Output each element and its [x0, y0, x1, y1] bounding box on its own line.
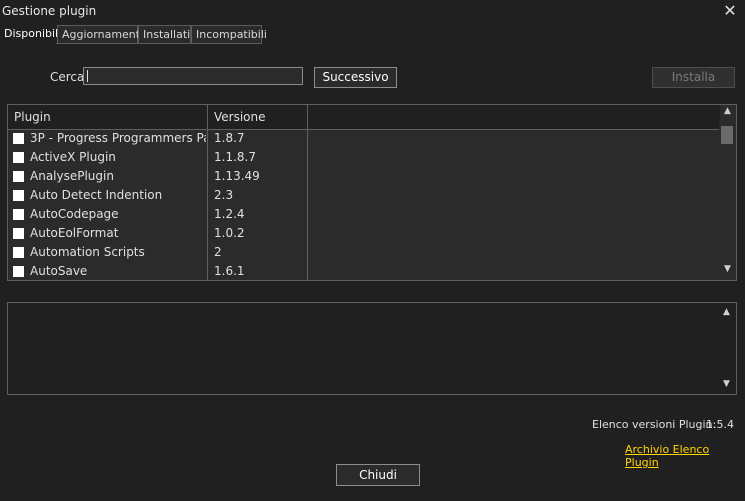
plugin-name: ActiveX Plugin — [30, 150, 116, 164]
plugin-name: 3P - Progress Programmers Pal — [30, 131, 206, 145]
plugin-version: 1.2.4 — [214, 207, 245, 221]
install-button[interactable]: Installa — [652, 67, 735, 88]
description-box[interactable]: ▲ ▼ — [7, 302, 737, 395]
plugin-list[interactable]: Plugin Versione 3P - Progress Programmer… — [7, 104, 737, 281]
plugin-version: 1.8.7 — [214, 131, 245, 145]
table-row[interactable]: AutoCodepage 1.2.4 — [8, 205, 720, 224]
plugin-name: AutoCodepage — [30, 207, 119, 221]
plugin-name: AutoSave — [30, 264, 88, 278]
list-scrollbar[interactable]: ▼ — [719, 122, 736, 280]
plugin-version: 2.3 — [214, 188, 234, 202]
row-checkbox[interactable] — [13, 133, 24, 144]
scrollbar-thumb[interactable] — [721, 126, 733, 144]
plugin-version: 1.6.1 — [214, 264, 245, 278]
table-row[interactable]: AutoEolFormat 1.0.2 — [8, 224, 720, 243]
row-checkbox[interactable] — [13, 152, 24, 163]
table-row[interactable]: Automation Scripts 2 — [8, 243, 720, 262]
tab-divider — [56, 43, 262, 44]
column-header-version[interactable]: Versione — [208, 105, 308, 129]
row-checkbox[interactable] — [13, 190, 24, 201]
chevron-up-icon[interactable]: ▲ — [718, 307, 735, 317]
table-row[interactable]: AutoSave 1.6.1 — [8, 262, 720, 280]
tab-disponibili[interactable]: Disponibili — [0, 25, 61, 43]
plugin-version: 1.1.8.7 — [214, 150, 256, 164]
table-row[interactable]: AnalysePlugin 1.13.49 — [8, 167, 720, 186]
plugin-name: AutoEolFormat — [30, 226, 119, 240]
title-bar: Gestione plugin ✕ — [0, 0, 745, 22]
row-checkbox[interactable] — [13, 228, 24, 239]
column-header-plugin[interactable]: Plugin — [8, 105, 208, 129]
table-row[interactable]: ActiveX Plugin 1.1.8.7 — [8, 148, 720, 167]
list-version-label: Elenco versioni Plugin: — [592, 418, 717, 431]
close-button[interactable]: Chiudi — [336, 464, 420, 486]
table-row[interactable]: 3P - Progress Programmers Pal 1.8.7 — [8, 129, 720, 148]
window-title: Gestione plugin — [2, 4, 97, 18]
row-checkbox[interactable] — [13, 171, 24, 182]
plugin-name: AnalysePlugin — [30, 169, 114, 183]
chevron-down-icon[interactable]: ▼ — [718, 379, 735, 389]
plugin-version: 1.13.49 — [214, 169, 260, 183]
plugin-name: Automation Scripts — [30, 245, 145, 259]
tab-installati[interactable]: Installati — [138, 25, 191, 43]
close-icon[interactable]: ✕ — [721, 0, 739, 22]
row-checkbox[interactable] — [13, 209, 24, 220]
list-version-value: 1.5.4 — [706, 418, 734, 431]
chevron-up-icon[interactable]: ▲ — [719, 106, 736, 116]
search-input[interactable] — [83, 67, 303, 85]
tab-incompatibili[interactable]: Incompatibili — [191, 25, 267, 43]
next-button[interactable]: Successivo — [314, 67, 397, 88]
text-caret — [87, 70, 88, 82]
plugin-name: Auto Detect Indention — [30, 188, 163, 202]
row-checkbox[interactable] — [13, 266, 24, 277]
tab-aggiornamenti[interactable]: Aggiornamenti — [57, 25, 143, 43]
plugin-version: 2 — [214, 245, 222, 259]
plugin-version: 1.0.2 — [214, 226, 245, 240]
list-rows: 3P - Progress Programmers Pal 1.8.7 Acti… — [8, 129, 720, 280]
chevron-down-icon[interactable]: ▼ — [719, 264, 736, 274]
table-row[interactable]: Auto Detect Indention 2.3 — [8, 186, 720, 205]
list-header: Plugin Versione — [8, 105, 720, 130]
archive-link[interactable]: Archivio Elenco Plugin — [625, 443, 745, 469]
row-checkbox[interactable] — [13, 247, 24, 258]
